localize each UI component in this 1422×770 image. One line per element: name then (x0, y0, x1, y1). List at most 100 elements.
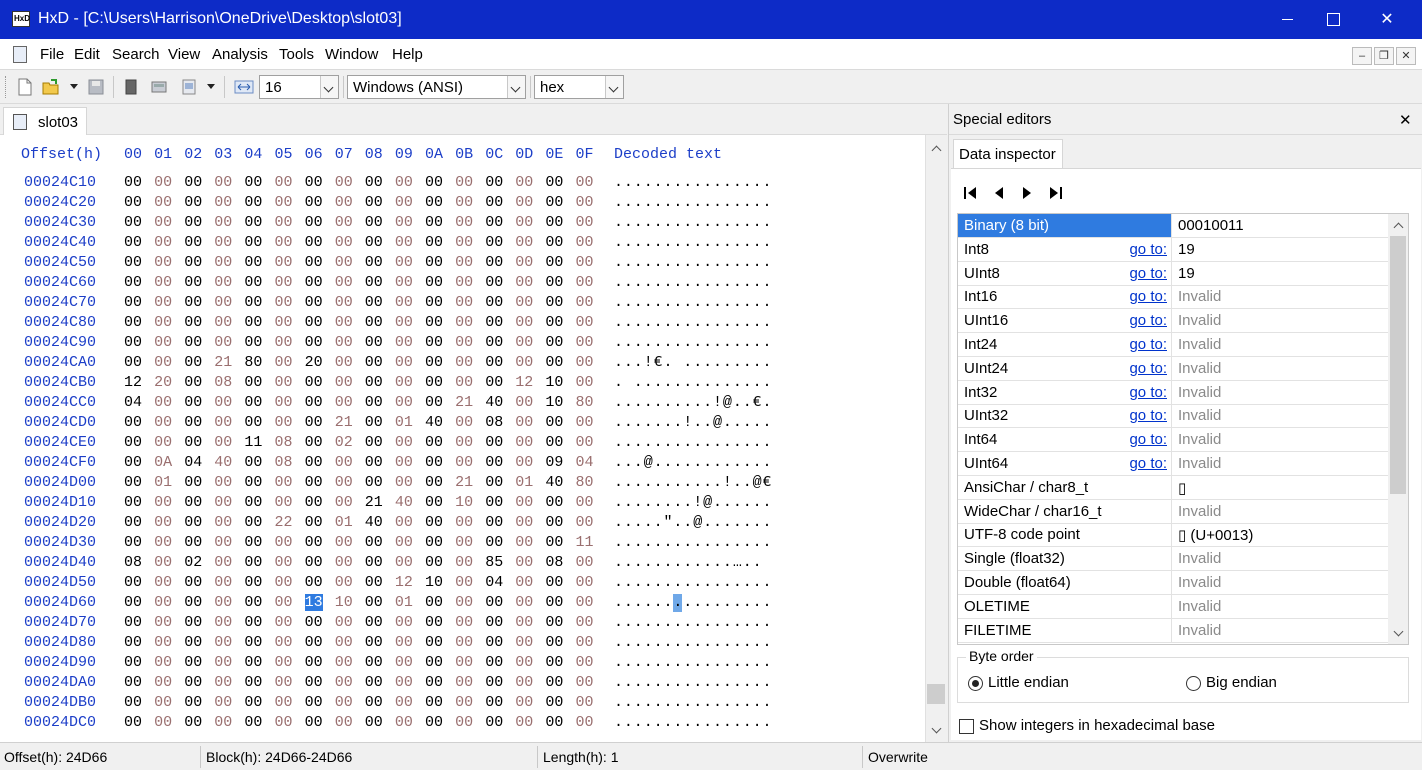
hex-byte[interactable]: 00 (515, 554, 533, 571)
hex-byte[interactable]: 00 (365, 474, 383, 491)
hex-byte[interactable]: 00 (244, 514, 262, 531)
decoded-text[interactable]: ................ (614, 274, 772, 291)
hex-byte[interactable]: 00 (275, 694, 293, 711)
hex-byte[interactable]: 00 (305, 434, 323, 451)
hex-byte[interactable]: 00 (335, 534, 353, 551)
hex-byte[interactable]: 00 (124, 354, 142, 371)
hex-byte[interactable]: 00 (214, 234, 232, 251)
menu-edit[interactable]: Edit (74, 46, 100, 63)
open-dropdown-arrow[interactable] (70, 84, 78, 89)
hex-byte[interactable]: 00 (425, 374, 443, 391)
hex-byte[interactable]: 00 (576, 414, 594, 431)
hex-byte[interactable]: 00 (335, 254, 353, 271)
hex-byte[interactable]: 00 (184, 294, 202, 311)
field-value[interactable]: ▯ (1178, 479, 1186, 497)
hex-byte[interactable]: 00 (305, 654, 323, 671)
decoded-text[interactable]: ..........!@..€. (614, 394, 772, 411)
hex-byte[interactable]: 00 (305, 554, 323, 571)
hex-byte[interactable]: 00 (515, 654, 533, 671)
hex-byte[interactable]: 00 (124, 594, 142, 611)
decoded-text[interactable]: ................ (614, 214, 772, 231)
hex-byte[interactable]: 04 (124, 394, 142, 411)
hex-byte[interactable]: 00 (305, 194, 323, 211)
hex-byte[interactable]: 00 (425, 654, 443, 671)
hex-byte[interactable]: 00 (335, 394, 353, 411)
hex-byte[interactable]: 00 (545, 314, 563, 331)
hex-byte[interactable]: 00 (485, 314, 503, 331)
hex-byte[interactable]: 00 (335, 294, 353, 311)
hex-byte[interactable]: 00 (275, 494, 293, 511)
hex-byte[interactable]: 00 (244, 334, 262, 351)
hex-byte[interactable]: 00 (154, 354, 172, 371)
hex-byte[interactable]: 00 (395, 394, 413, 411)
hex-byte[interactable]: 00 (515, 174, 533, 191)
hex-byte[interactable]: 00 (184, 354, 202, 371)
hex-byte[interactable]: 00 (455, 574, 473, 591)
hex-byte[interactable]: 00 (515, 354, 533, 371)
hex-byte[interactable]: 00 (244, 254, 262, 271)
hex-byte[interactable]: 00 (576, 274, 594, 291)
hex-byte[interactable]: 00 (455, 334, 473, 351)
inspector-row[interactable]: Single (float32) Invalid (958, 547, 1388, 572)
hex-byte[interactable]: 00 (515, 594, 533, 611)
hex-byte[interactable]: 11 (576, 534, 594, 551)
hex-byte[interactable]: 00 (305, 374, 323, 391)
goto-link[interactable]: go to: (1129, 384, 1167, 401)
hex-byte[interactable]: 10 (425, 574, 443, 591)
data-inspector-grid[interactable]: Binary (8 bit) 00010011 Int8 go to: 19 UInt8 g… (957, 213, 1409, 645)
hex-byte[interactable]: 00 (395, 354, 413, 371)
hex-byte[interactable]: 00 (275, 654, 293, 671)
hex-byte[interactable]: 00 (124, 454, 142, 471)
hex-byte[interactable]: 00 (395, 514, 413, 531)
hex-byte[interactable]: 00 (244, 414, 262, 431)
hex-byte[interactable]: 00 (576, 634, 594, 651)
hex-byte[interactable]: 00 (305, 694, 323, 711)
hex-byte[interactable]: 00 (335, 574, 353, 591)
hex-byte[interactable]: 00 (305, 394, 323, 411)
decoded-text[interactable]: ................ (614, 694, 772, 711)
field-value[interactable]: 00010011 (1178, 217, 1244, 234)
hex-byte[interactable]: 00 (214, 634, 232, 651)
hex-byte[interactable]: 00 (425, 214, 443, 231)
hex-byte[interactable]: 00 (515, 394, 533, 411)
field-value[interactable]: Invalid (1178, 407, 1221, 424)
inspector-row[interactable]: UInt16 go to: Invalid (958, 309, 1388, 334)
hex-byte[interactable]: 00 (515, 534, 533, 551)
hex-byte[interactable]: 00 (425, 314, 443, 331)
decoded-text[interactable]: ................ (614, 314, 772, 331)
hex-byte[interactable]: 40 (425, 414, 443, 431)
hex-byte[interactable]: 00 (365, 534, 383, 551)
hex-byte[interactable]: 00 (515, 574, 533, 591)
little-endian-label[interactable]: Little endian (988, 674, 1069, 691)
decoded-text[interactable]: ................ (614, 434, 772, 451)
hex-byte[interactable]: 00 (395, 474, 413, 491)
hex-byte[interactable]: 00 (545, 674, 563, 691)
hex-byte[interactable]: 00 (395, 274, 413, 291)
hex-byte[interactable]: 00 (515, 294, 533, 311)
menu-help[interactable]: Help (392, 46, 423, 63)
ram-dropdown-arrow[interactable] (207, 84, 215, 89)
hex-byte[interactable]: 00 (576, 214, 594, 231)
hex-byte[interactable]: 00 (124, 714, 142, 731)
hex-byte[interactable]: 00 (244, 274, 262, 291)
hex-byte[interactable]: 00 (275, 394, 293, 411)
hex-byte[interactable]: 00 (275, 274, 293, 291)
hex-byte[interactable]: 00 (425, 694, 443, 711)
hex-byte[interactable]: 00 (515, 514, 533, 531)
decoded-text[interactable]: ...@............ (614, 454, 772, 471)
inspector-row[interactable]: FILETIME Invalid (958, 618, 1388, 643)
hex-byte[interactable]: 21 (455, 394, 473, 411)
minimize-button[interactable] (1264, 0, 1310, 39)
goto-link[interactable]: go to: (1129, 241, 1167, 258)
hex-byte[interactable]: 0A (154, 454, 172, 471)
decoded-text[interactable]: ...!€. ......... (614, 354, 772, 371)
hex-byte[interactable]: 00 (425, 174, 443, 191)
toolbar-grip[interactable] (5, 76, 8, 98)
scroll-thumb[interactable] (1390, 236, 1406, 494)
hex-byte[interactable]: 00 (244, 374, 262, 391)
hex-byte[interactable]: 00 (244, 654, 262, 671)
hex-byte[interactable]: 00 (455, 534, 473, 551)
hex-byte[interactable]: 00 (425, 194, 443, 211)
hex-byte[interactable]: 00 (515, 254, 533, 271)
hex-byte[interactable]: 00 (365, 274, 383, 291)
